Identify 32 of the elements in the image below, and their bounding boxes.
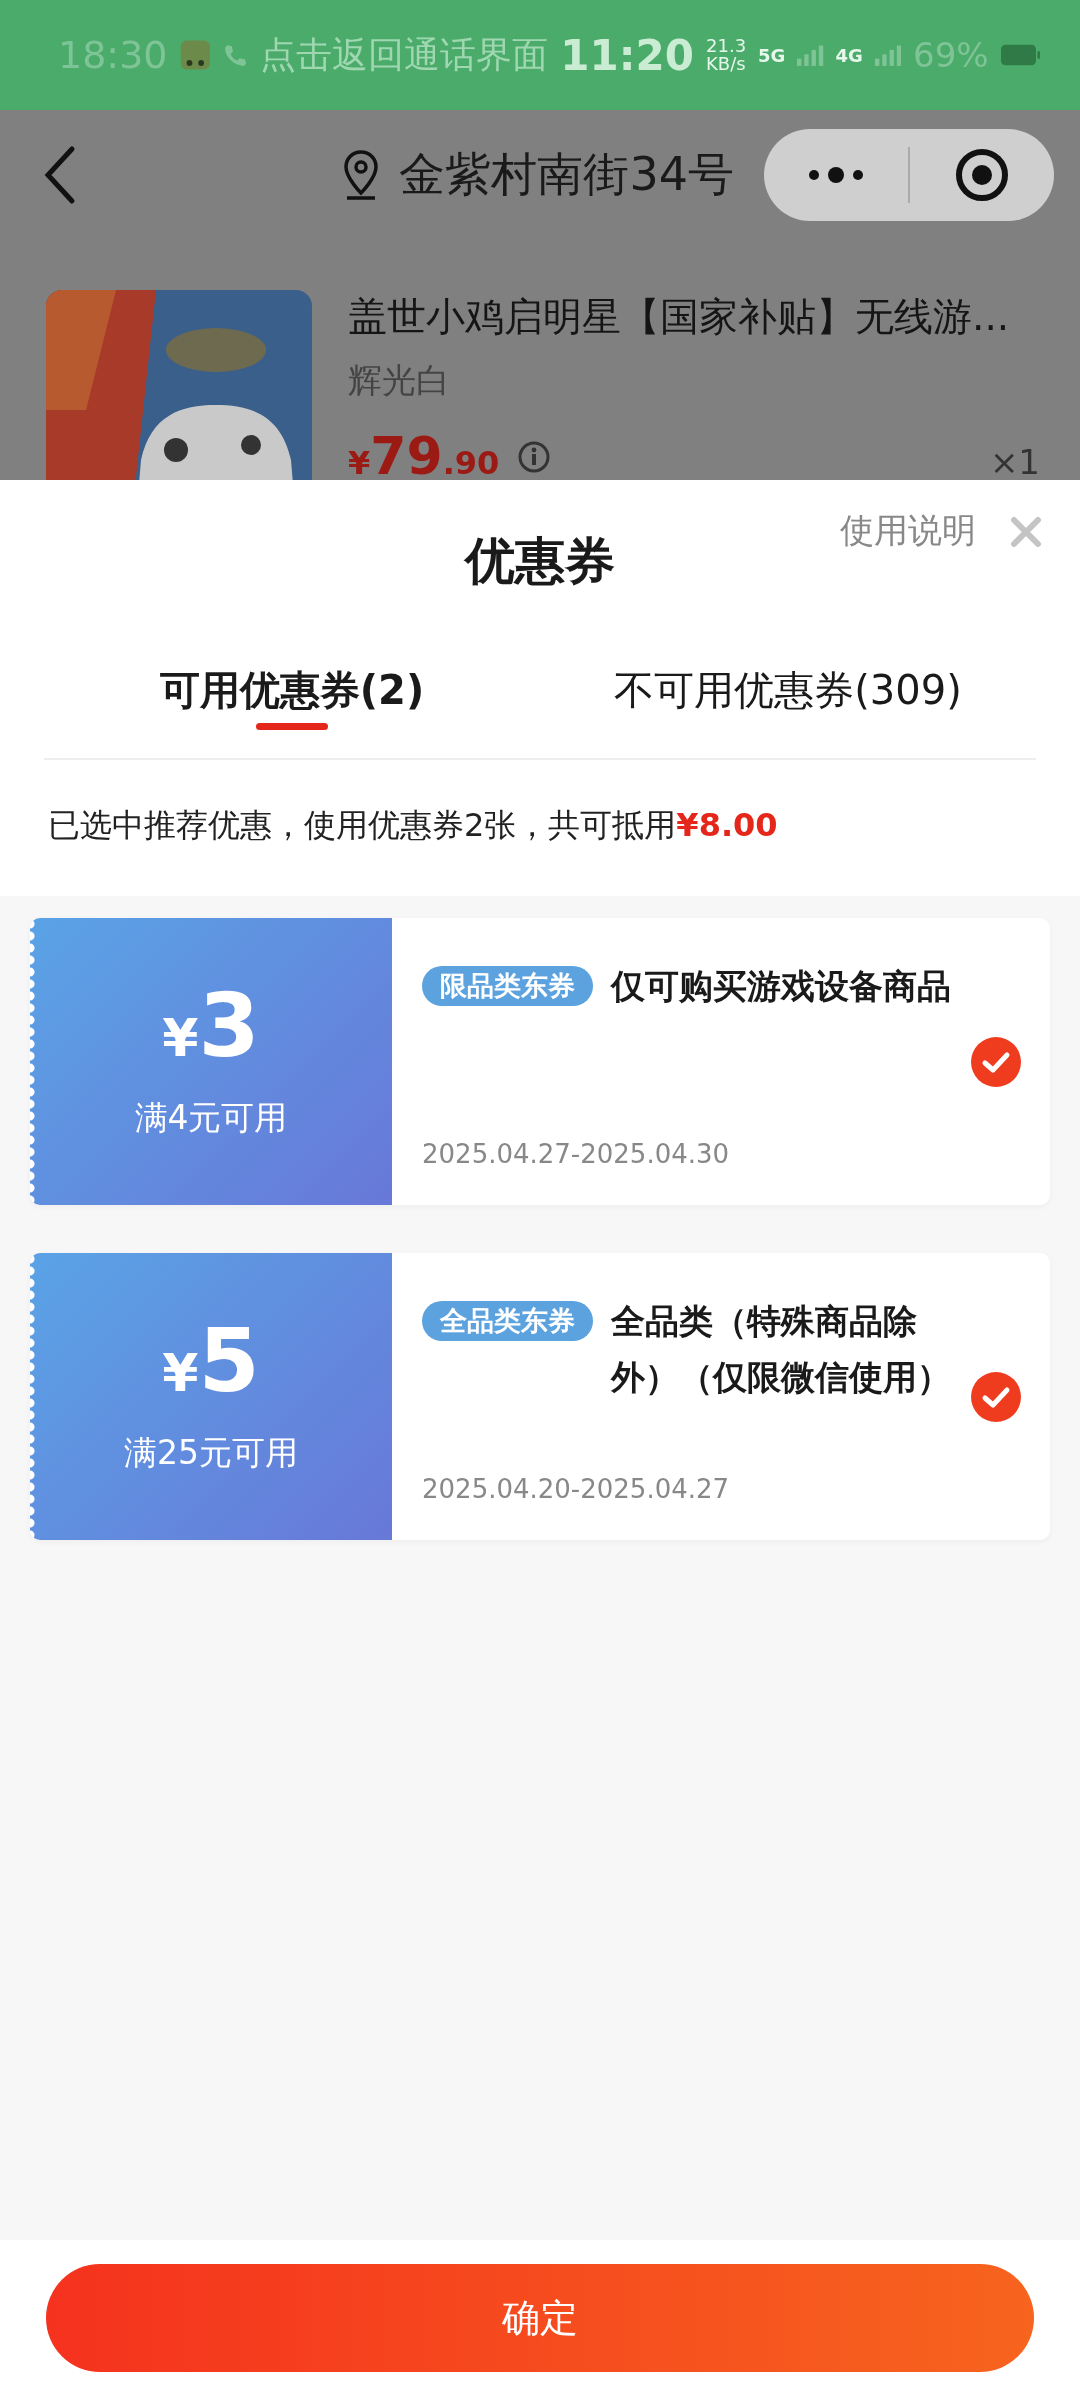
summary-text: 已选中推荐优惠，使用优惠券2张，共可抵用¥8.00 <box>47 805 779 846</box>
coupon-condition: 满25元可用 <box>124 1432 298 1474</box>
coupon-tag: 全品类东券 <box>422 1301 593 1341</box>
coupon-title: 全品类（特殊商品除外）（仅限微信使用） <box>611 1300 952 1399</box>
coupon-tag: 限品类东券 <box>422 966 593 1006</box>
more-icon[interactable] <box>808 167 864 183</box>
coupon-condition: 满4元可用 <box>134 1097 288 1139</box>
check-icon[interactable] <box>970 1370 1022 1423</box>
product-variant: 辉光白 <box>348 359 451 402</box>
network-type: 4G <box>835 44 863 66</box>
coupon-date: 2025.04.27-2025.04.30 <box>422 1139 731 1169</box>
product-title: 盖世小鸡启明星【国家补贴】无线游... <box>348 293 1011 341</box>
quantity: ×1 <box>989 442 1040 480</box>
network-type: 5G <box>758 44 786 66</box>
network-speed: 21.3 KB/s <box>706 37 747 73</box>
close-target-icon[interactable] <box>955 148 1009 202</box>
call-timer: 11:20 <box>560 30 694 80</box>
coupon-title: 仅可购买游戏设备商品 <box>611 965 951 1008</box>
product-price: ¥79.90 <box>348 426 500 480</box>
address-title[interactable]: 金紫村南街34号 <box>399 144 734 206</box>
coupon-card[interactable]: ¥5 满25元可用 全品类东券 全品类（特殊商品除外）（仅限微信使用） 2025.04.20-2025.04.27 <box>30 1253 1050 1540</box>
coupon-card[interactable]: ¥3 满4元可用 限品类东券 仅可购买游戏设备商品 2025.04.27-2025.04.30 <box>30 918 1050 1205</box>
check-icon[interactable] <box>970 1035 1022 1088</box>
help-link[interactable]: 使用说明 <box>840 508 976 554</box>
confirm-button[interactable]: 确定 <box>46 2264 1034 2372</box>
info-icon[interactable] <box>517 440 552 474</box>
coupon-amount: ¥3 <box>162 982 260 1070</box>
coupon-date: 2025.04.20-2025.04.27 <box>422 1474 731 1504</box>
coupon-tab[interactable]: 不可用优惠券(309) <box>540 663 1036 758</box>
sheet-title: 优惠券 <box>465 531 615 592</box>
coupon-tab[interactable]: 可用优惠券(2) <box>44 663 540 758</box>
coupon-amount: ¥5 <box>162 1317 260 1405</box>
